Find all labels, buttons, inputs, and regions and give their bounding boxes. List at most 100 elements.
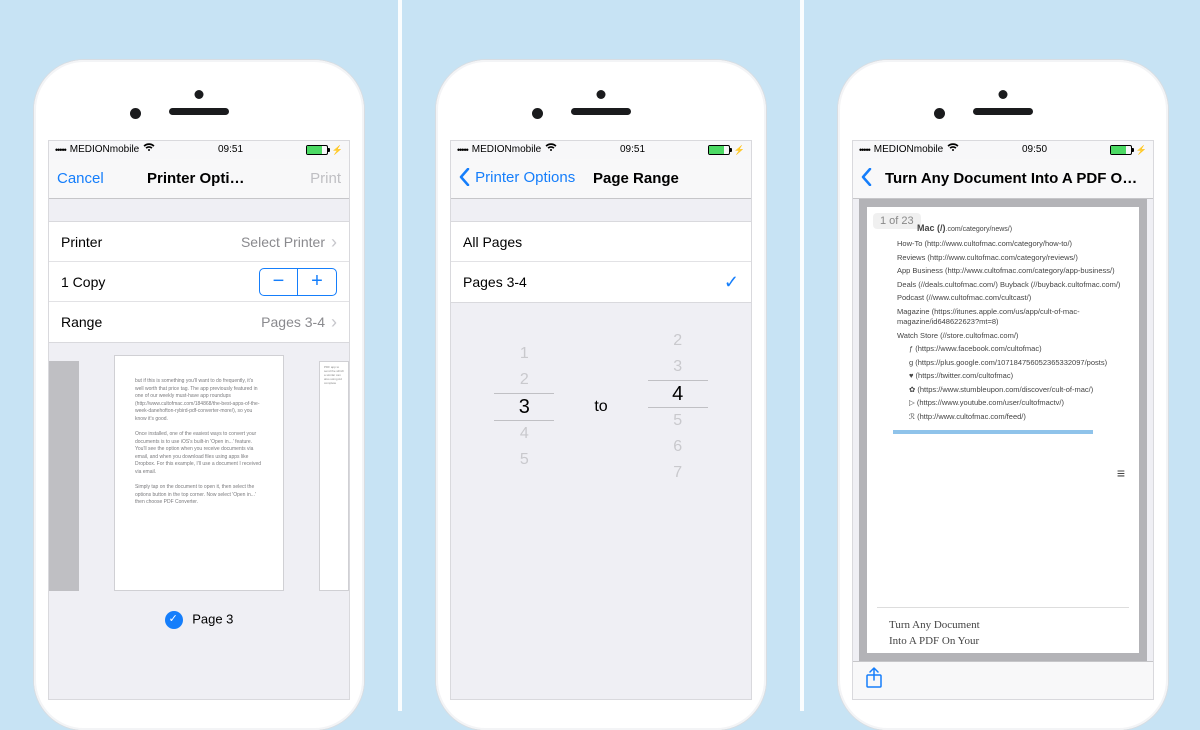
phone-page-range: ••••• MEDIONmobile 09:51 ⚡ Printer Optio…: [436, 60, 766, 730]
phone-camera: [195, 90, 204, 99]
navbar: Cancel Printer Options Print: [49, 159, 349, 199]
all-pages-label: All Pages: [463, 234, 522, 250]
preview-paragraph: but if this is something you'll want to …: [135, 378, 263, 423]
doc-sublink: ♥ (https://twitter.com/cultofmac): [909, 371, 1125, 382]
carrier-label: MEDIONmobile: [874, 141, 943, 159]
preview-next-page: PDF app to send the which a similar can …: [319, 361, 349, 591]
wifi-icon: [545, 141, 557, 159]
status-time: 09:51: [620, 141, 645, 159]
phone-sensor: [130, 108, 141, 119]
range-value: Pages 3-4: [261, 314, 325, 330]
doc-sublink: g (https://plus.google.com/1071847560523…: [909, 358, 1125, 369]
doc-heading: Mac (/).com/category/news/): [917, 223, 1125, 233]
article-title-card: Turn Any Document Into A PDF On Your: [877, 607, 1129, 653]
charging-icon: ⚡: [332, 141, 343, 159]
wifi-icon: [947, 141, 959, 159]
page-caption: Page 3: [192, 611, 233, 626]
back-button[interactable]: [861, 169, 873, 186]
preview-paragraph: Once installed, one of the easiest ways …: [135, 431, 263, 476]
wifi-icon: [143, 141, 155, 159]
copies-stepper[interactable]: − +: [259, 268, 337, 296]
status-bar: ••••• MEDIONmobile 09:50 ⚡: [853, 141, 1153, 159]
preview-page-3[interactable]: but if this is something you'll want to …: [114, 355, 284, 591]
chevron-right-icon: ›: [331, 233, 337, 251]
copies-row: 1 Copy − +: [49, 262, 349, 302]
printer-label: Printer: [61, 234, 102, 250]
range-row[interactable]: Range Pages 3-4 ›: [49, 302, 349, 342]
print-button[interactable]: Print: [310, 170, 341, 187]
picker-to-column[interactable]: 2 3 4 5 6 7: [648, 328, 708, 486]
phone-document-preview: ••••• MEDIONmobile 09:50 ⚡ Turn Any Docu…: [838, 60, 1168, 730]
preview-paragraph: Simply tap on the document to open it, t…: [135, 484, 263, 507]
phone-earpiece: [169, 108, 229, 115]
phone-printer-options: ••••• MEDIONmobile 09:51 ⚡ Cancel Printe…: [34, 60, 364, 730]
accent-divider: [893, 430, 1093, 434]
chevron-left-icon: [459, 168, 471, 190]
hamburger-icon: ≡: [1117, 465, 1125, 481]
signal-dots: •••••: [55, 141, 66, 159]
doc-link: Magazine (https://itunes.apple.com/us/ap…: [897, 307, 1125, 328]
status-bar: ••••• MEDIONmobile 09:51 ⚡: [49, 141, 349, 159]
cancel-button[interactable]: Cancel: [57, 170, 104, 187]
doc-link: Reviews (http://www.cultofmac.com/catego…: [897, 253, 1125, 264]
signal-dots: •••••: [457, 141, 468, 159]
range-options-group: All Pages Pages 3-4 ✓: [451, 221, 751, 303]
screen: ••••• MEDIONmobile 09:51 ⚡ Cancel Printe…: [48, 140, 350, 700]
status-bar: ••••• MEDIONmobile 09:51 ⚡: [451, 141, 751, 159]
phone-camera: [597, 90, 606, 99]
screen: ••••• MEDIONmobile 09:51 ⚡ Printer Optio…: [450, 140, 752, 700]
phone-camera: [999, 90, 1008, 99]
carrier-label: MEDIONmobile: [472, 141, 541, 159]
range-label: Range: [61, 314, 102, 330]
checkmark-icon: ✓: [724, 272, 739, 293]
navbar: Turn Any Document Into A PDF On Y…: [853, 159, 1153, 199]
document-page[interactable]: 1 of 23 Mac (/).com/category/news/) How-…: [867, 207, 1139, 653]
page-selected-indicator[interactable]: Page 3: [49, 611, 349, 629]
settings-group: Printer Select Printer › 1 Copy − + Rang…: [49, 221, 349, 343]
page-preview-area[interactable]: but if this is something you'll want to …: [49, 355, 349, 645]
picker-from-column[interactable]: 1 2 3 4 5: [494, 341, 554, 473]
pages-range-label: Pages 3-4: [463, 274, 527, 290]
doc-link: How-To (http://www.cultofmac.com/categor…: [897, 239, 1125, 250]
doc-link: App Business (http://www.cultofmac.com/c…: [897, 266, 1125, 277]
page-indicator: 1 of 23: [873, 213, 921, 229]
back-button[interactable]: Printer Options: [459, 169, 575, 186]
range-picker[interactable]: 1 2 3 4 5 to 2 3 4 5 6 7: [451, 337, 751, 477]
doc-sublink: ƒ (https://www.facebook.com/cultofmac): [909, 344, 1125, 355]
stepper-plus[interactable]: +: [298, 269, 336, 295]
all-pages-row[interactable]: All Pages: [451, 222, 751, 262]
phone-sensor: [532, 108, 543, 119]
navbar: Printer Options Page Range: [451, 159, 751, 199]
battery-icon: [708, 145, 730, 155]
doc-sublink: ▷ (https://www.youtube.com/user/cultofma…: [909, 398, 1125, 409]
phone-earpiece: [571, 108, 631, 115]
doc-link: Deals (//deals.cultofmac.com/) Buyback (…: [897, 280, 1125, 291]
document-viewer[interactable]: 1 of 23 Mac (/).com/category/news/) How-…: [859, 199, 1147, 661]
pages-range-row[interactable]: Pages 3-4 ✓: [451, 262, 751, 302]
preview-prev-page: [49, 361, 79, 591]
carrier-label: MEDIONmobile: [70, 141, 139, 159]
screen: ••••• MEDIONmobile 09:50 ⚡ Turn Any Docu…: [852, 140, 1154, 700]
navbar-title: Turn Any Document Into A PDF On Y…: [885, 170, 1145, 187]
printer-row[interactable]: Printer Select Printer ›: [49, 222, 349, 262]
doc-link: Podcast (//www.cultofmac.com/cultcast/): [897, 293, 1125, 304]
battery-icon: [1110, 145, 1132, 155]
bottom-toolbar: [853, 661, 1153, 699]
doc-sublink: ✿ (https://www.stumbleupon.com/discover/…: [909, 385, 1125, 396]
chevron-left-icon: [861, 168, 873, 190]
stepper-minus[interactable]: −: [260, 269, 298, 295]
phone-sensor: [934, 108, 945, 119]
status-time: 09:51: [218, 141, 243, 159]
status-time: 09:50: [1022, 141, 1047, 159]
charging-icon: ⚡: [734, 141, 745, 159]
copies-label: 1 Copy: [61, 274, 105, 290]
doc-link: Watch Store (//store.cultofmac.com/): [897, 331, 1125, 342]
phone-earpiece: [973, 108, 1033, 115]
battery-icon: [306, 145, 328, 155]
share-button[interactable]: [865, 667, 883, 694]
signal-dots: •••••: [859, 141, 870, 159]
checkmark-icon: [165, 611, 183, 629]
navbar-title: Printer Options: [147, 170, 251, 187]
printer-value: Select Printer: [241, 234, 325, 250]
charging-icon: ⚡: [1136, 141, 1147, 159]
